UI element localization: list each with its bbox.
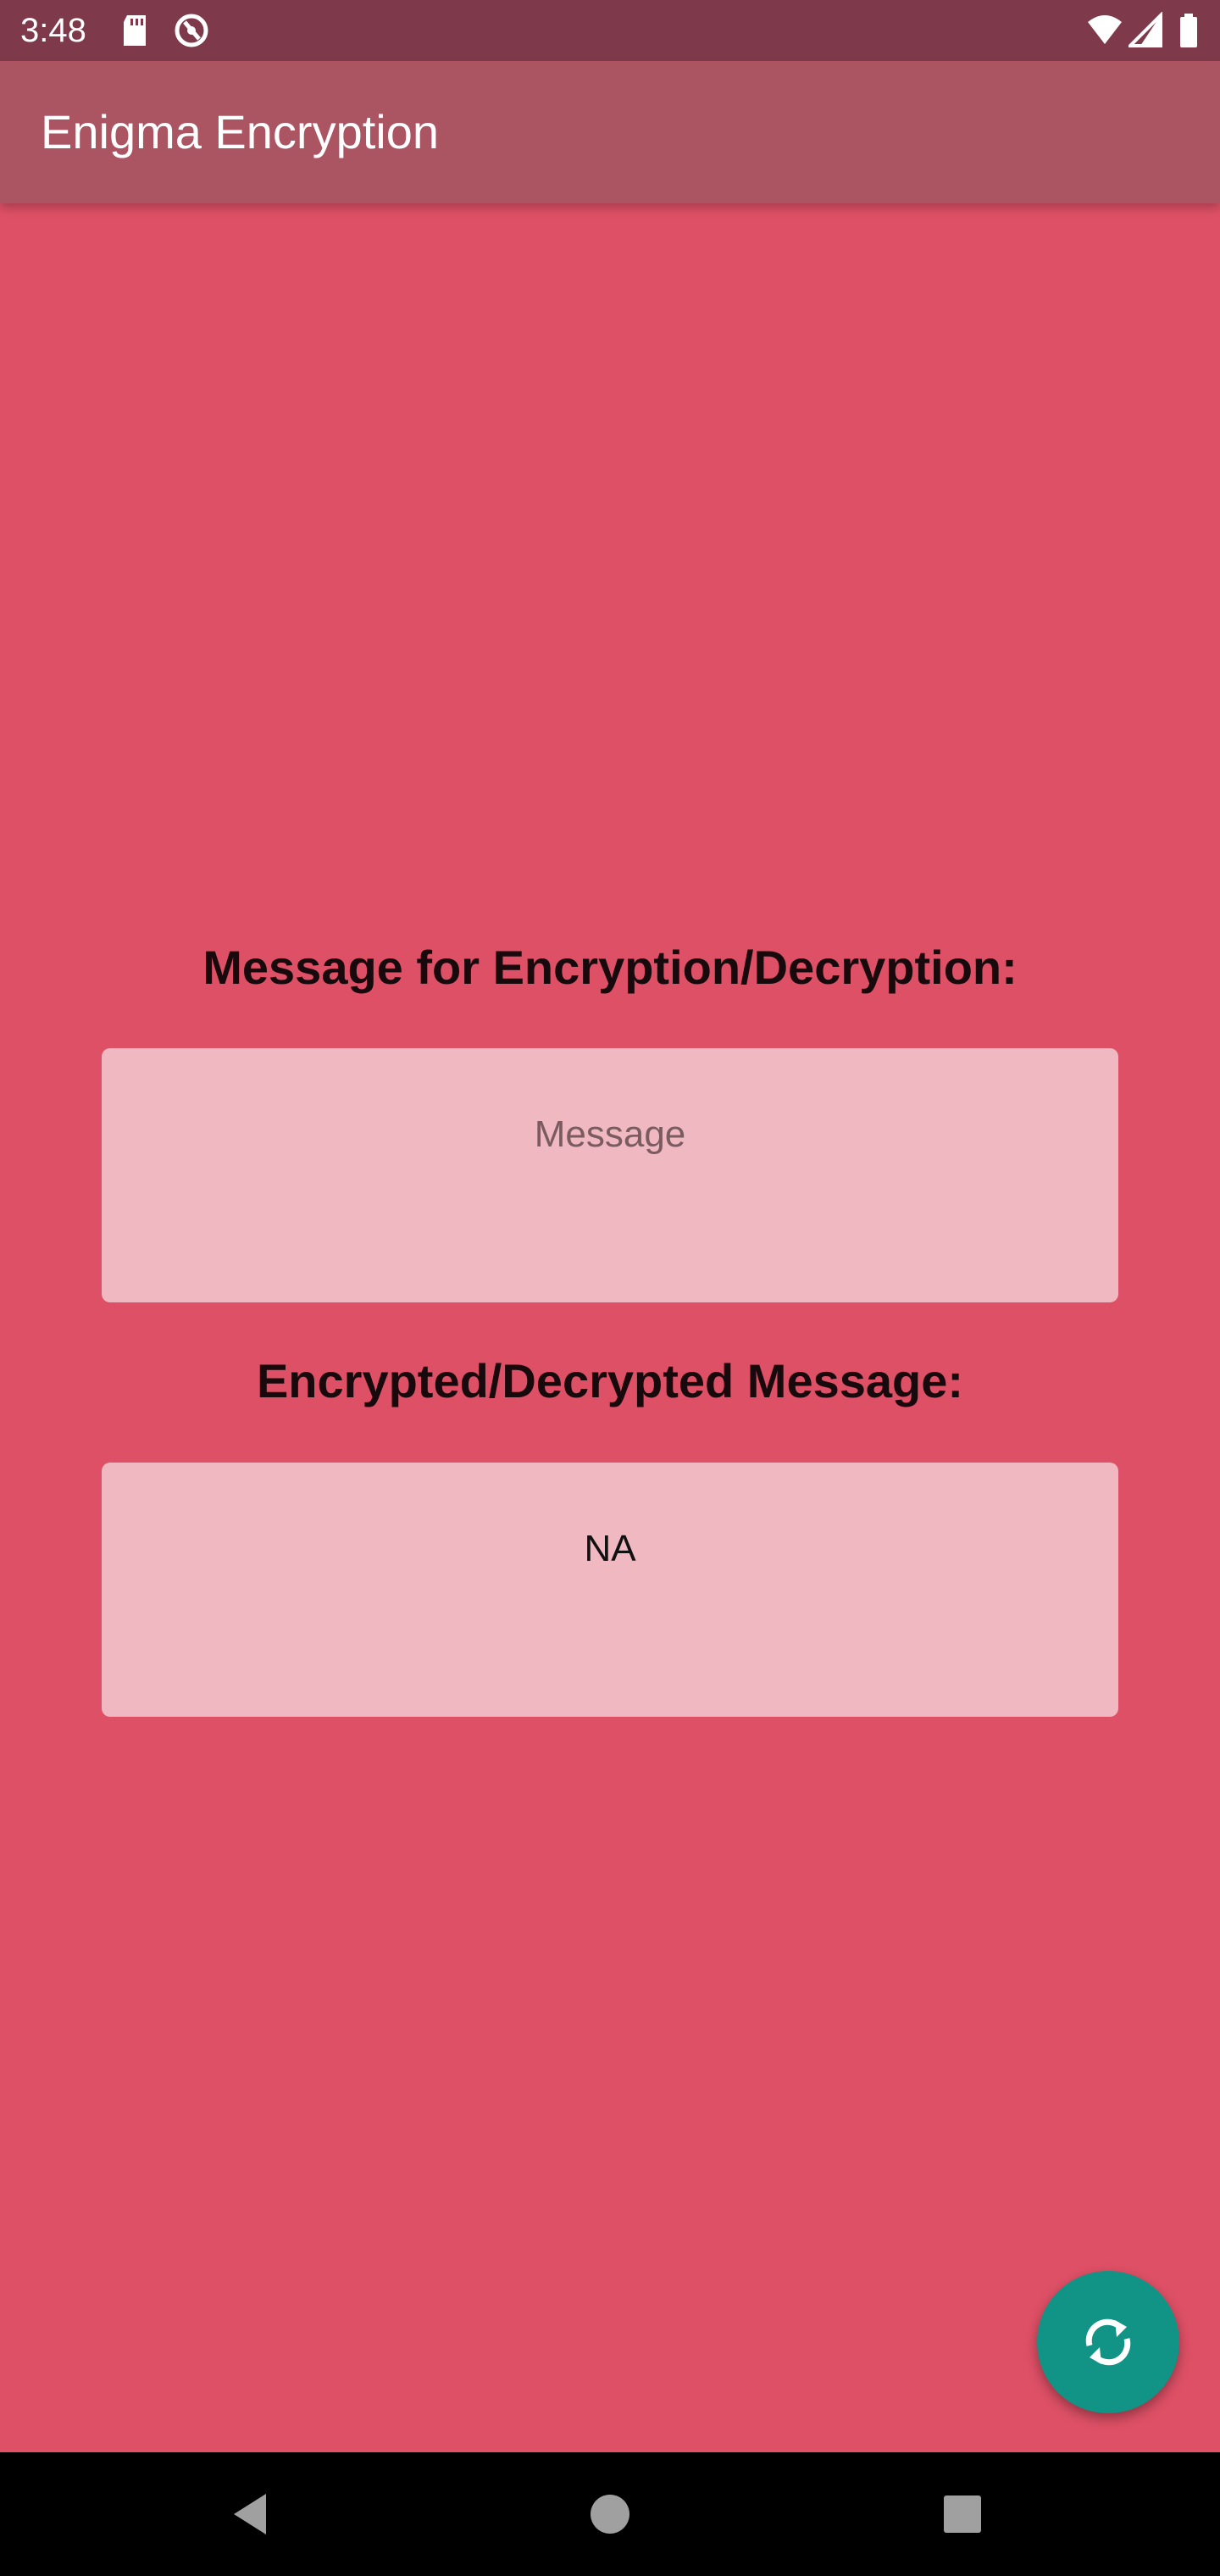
swap-button[interactable] — [1037, 2271, 1179, 2413]
recents-icon[interactable] — [937, 2489, 988, 2540]
navigation-bar — [0, 2452, 1220, 2576]
output-label: Encrypted/Decrypted Message: — [256, 1354, 964, 1407]
message-input-placeholder: Message — [534, 1113, 686, 1155]
app-title: Enigma Encryption — [41, 105, 440, 158]
input-label: Message for Encryption/Decryption: — [202, 941, 1018, 994]
cell-signal-icon — [1126, 11, 1162, 49]
output-value: NA — [584, 1528, 636, 1569]
sd-card-icon — [120, 12, 149, 49]
status-bar: 3:48 — [0, 0, 1220, 61]
sync-icon — [1085, 2318, 1131, 2366]
battery-icon — [1178, 12, 1200, 49]
no-disturb-icon — [173, 12, 210, 49]
status-time: 3:48 — [20, 12, 86, 49]
main-content: Message for Encryption/Decryption: Messa… — [0, 203, 1220, 2452]
app-bar: Enigma Encryption — [0, 61, 1220, 203]
output-field: NA — [102, 1463, 1118, 1717]
back-icon[interactable] — [227, 2489, 278, 2540]
wifi-icon — [1086, 12, 1123, 49]
home-icon[interactable] — [585, 2489, 635, 2540]
message-input[interactable]: Message — [102, 1048, 1118, 1302]
